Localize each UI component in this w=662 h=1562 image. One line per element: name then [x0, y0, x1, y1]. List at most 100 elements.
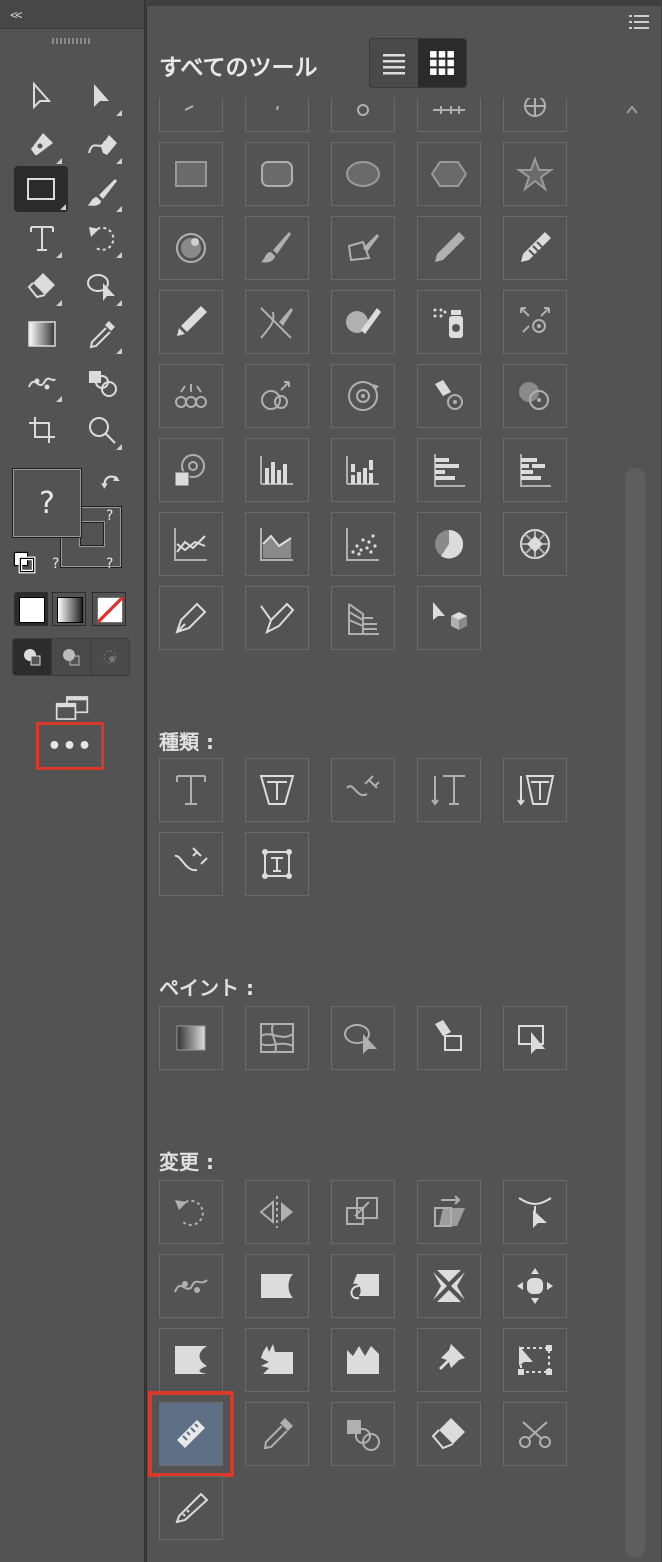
- tool-cell[interactable]: [245, 364, 309, 428]
- shape-builder-tool-button[interactable]: [80, 264, 124, 308]
- tool-cell[interactable]: [159, 758, 223, 822]
- tool-cell[interactable]: [159, 438, 223, 502]
- tool-cell[interactable]: [159, 216, 223, 280]
- tool-cell[interactable]: [159, 1180, 223, 1244]
- artboard-tool-button[interactable]: [20, 408, 64, 452]
- fill-swatch[interactable]: ?: [12, 468, 82, 538]
- tool-cell[interactable]: [503, 216, 567, 280]
- tool-cell[interactable]: [503, 512, 567, 576]
- blend-tool-button[interactable]: [80, 360, 124, 404]
- pen-tool-button[interactable]: [20, 122, 64, 166]
- tool-cell[interactable]: [245, 1254, 309, 1318]
- tool-cell[interactable]: [503, 98, 567, 132]
- tool-cell[interactable]: [331, 142, 395, 206]
- none-button[interactable]: [92, 592, 126, 626]
- rectangle-tool-button[interactable]: [14, 166, 68, 212]
- tool-cell[interactable]: [331, 364, 395, 428]
- tool-cell[interactable]: [503, 758, 567, 822]
- tool-cell[interactable]: [503, 142, 567, 206]
- tool-cell[interactable]: [159, 832, 223, 896]
- gradient-tool-button[interactable]: [20, 312, 64, 356]
- edit-toolbar-button[interactable]: •••: [36, 722, 104, 770]
- draw-behind-button[interactable]: [52, 639, 91, 675]
- draw-inside-button[interactable]: [91, 639, 129, 675]
- swap-fill-stroke-icon[interactable]: [100, 470, 122, 492]
- tool-cell[interactable]: [331, 438, 395, 502]
- tool-cell[interactable]: [331, 512, 395, 576]
- tool-cell[interactable]: [245, 512, 309, 576]
- tool-cell[interactable]: [331, 216, 395, 280]
- tool-cell[interactable]: [245, 142, 309, 206]
- tool-cell[interactable]: [331, 290, 395, 354]
- tool-cell[interactable]: [159, 98, 223, 132]
- tool-cell[interactable]: [503, 1402, 567, 1466]
- eraser-tool-button[interactable]: [20, 264, 64, 308]
- tool-cell[interactable]: [159, 364, 223, 428]
- draw-normal-button[interactable]: [13, 639, 52, 675]
- tool-cell[interactable]: [417, 512, 481, 576]
- tool-cell[interactable]: [331, 1402, 395, 1466]
- selection-tool-button[interactable]: [20, 74, 64, 118]
- toolbar-grip-handle[interactable]: [52, 38, 92, 44]
- tool-cell[interactable]: [159, 512, 223, 576]
- tool-cell[interactable]: [331, 1180, 395, 1244]
- direct-selection-tool-button[interactable]: [80, 74, 124, 118]
- tool-cell[interactable]: [417, 1402, 481, 1466]
- tool-cell[interactable]: [503, 364, 567, 428]
- tool-cell[interactable]: [503, 438, 567, 502]
- rotate-tool-button[interactable]: [80, 216, 124, 260]
- tool-cell[interactable]: [159, 1254, 223, 1318]
- panel-menu-icon[interactable]: [629, 14, 649, 30]
- tool-cell[interactable]: [417, 1254, 481, 1318]
- tool-cell[interactable]: [417, 1328, 481, 1392]
- tool-cell[interactable]: [245, 290, 309, 354]
- tool-cell[interactable]: [417, 1006, 481, 1070]
- tool-cell[interactable]: [245, 438, 309, 502]
- tool-cell[interactable]: [245, 1402, 309, 1466]
- tool-cell[interactable]: [245, 758, 309, 822]
- eyedropper-tool-button[interactable]: [80, 312, 124, 356]
- paintbrush-tool-button[interactable]: [80, 170, 124, 214]
- tool-cell[interactable]: [417, 586, 481, 650]
- tool-cell[interactable]: [503, 1180, 567, 1244]
- tool-cell[interactable]: [331, 758, 395, 822]
- tool-cell[interactable]: [417, 98, 481, 132]
- tool-cell[interactable]: [159, 142, 223, 206]
- tool-cell[interactable]: [245, 1180, 309, 1244]
- tool-cell[interactable]: [331, 1006, 395, 1070]
- tool-cell[interactable]: [245, 1328, 309, 1392]
- tool-cell[interactable]: [417, 758, 481, 822]
- tool-cell[interactable]: [417, 438, 481, 502]
- tool-cell[interactable]: [159, 1006, 223, 1070]
- tool-cell[interactable]: [503, 1328, 567, 1392]
- tool-cell[interactable]: [159, 290, 223, 354]
- default-fill-stroke-icon[interactable]: [12, 550, 36, 574]
- tool-cell[interactable]: [417, 216, 481, 280]
- tool-cell[interactable]: [159, 586, 223, 650]
- tool-cell[interactable]: [503, 1006, 567, 1070]
- gradient-button[interactable]: [52, 592, 86, 626]
- tool-cell[interactable]: [417, 142, 481, 206]
- tool-cell[interactable]: [331, 1328, 395, 1392]
- tool-cell[interactable]: [245, 216, 309, 280]
- tool-cell[interactable]: [245, 832, 309, 896]
- puppet-warp-tool-button[interactable]: [20, 360, 64, 404]
- zoom-tool-button[interactable]: [80, 408, 124, 452]
- measure-tool-cell-selected[interactable]: [148, 1391, 234, 1477]
- collapse-button[interactable]: <<: [10, 8, 23, 22]
- tool-cell[interactable]: [159, 1476, 223, 1540]
- tool-cell[interactable]: [331, 586, 395, 650]
- tool-cell[interactable]: [245, 586, 309, 650]
- tool-cell[interactable]: [417, 1180, 481, 1244]
- tool-cell[interactable]: [503, 1254, 567, 1318]
- tool-cell[interactable]: [417, 364, 481, 428]
- tool-cell[interactable]: [159, 1328, 223, 1392]
- tool-cell[interactable]: [503, 290, 567, 354]
- tool-cell[interactable]: [417, 290, 481, 354]
- curvature-tool-button[interactable]: [80, 122, 124, 166]
- tool-cell[interactable]: [331, 1254, 395, 1318]
- tool-cell[interactable]: [245, 1006, 309, 1070]
- tool-cell[interactable]: [245, 98, 309, 132]
- color-button[interactable]: [14, 592, 48, 626]
- grid-view-button[interactable]: [418, 39, 466, 87]
